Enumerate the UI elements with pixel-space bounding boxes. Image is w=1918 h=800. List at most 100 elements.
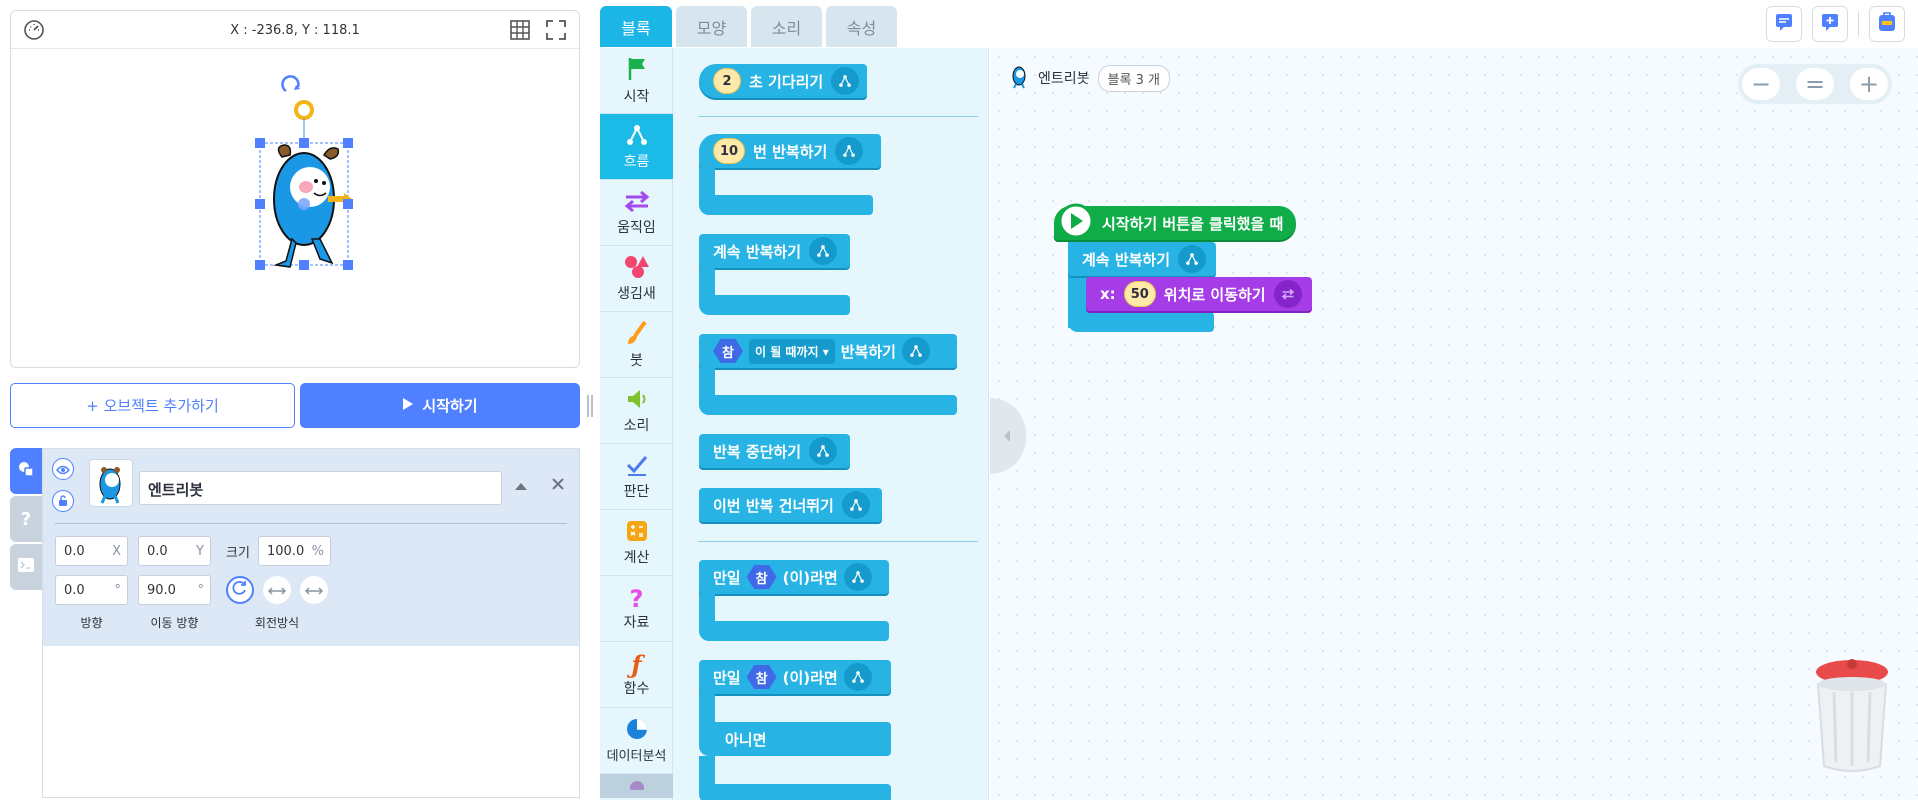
condition-slot[interactable]: 참 — [746, 565, 777, 589]
category-data-analysis[interactable]: 데이터분석 — [600, 708, 673, 774]
category-start[interactable]: 시작 — [600, 48, 673, 114]
start-label: 시작하기 — [422, 397, 478, 415]
y-field[interactable]: 0.0 Y — [138, 536, 211, 566]
delete-object-button[interactable] — [551, 476, 565, 495]
block-c-arm — [699, 368, 715, 396]
flow-icon — [901, 337, 930, 365]
object-name-field[interactable]: 엔트리봇 — [139, 471, 502, 505]
category-function[interactable]: ƒ 함수 — [600, 642, 673, 708]
category-label: 함수 — [623, 680, 650, 697]
visibility-toggle[interactable] — [52, 458, 74, 480]
object-card[interactable]: 엔트리봇 0.0 X 0.0 Y 크기 100.0% 0.0 ° 90.0 ° — [43, 449, 579, 646]
object-thumbnail — [89, 459, 133, 507]
category-label: 소리 — [623, 417, 650, 434]
size-field[interactable]: 100.0% — [258, 536, 331, 566]
block-else-section: 아니면 — [699, 722, 891, 756]
category-judgement[interactable]: 판단 — [600, 444, 673, 510]
block-c-arm — [699, 756, 715, 786]
block-c-foot — [699, 395, 957, 415]
category-brush[interactable]: 붓 — [600, 312, 673, 378]
eye-icon — [56, 460, 70, 479]
zoom-in-button[interactable]: + — [1850, 68, 1888, 100]
x-unit: X — [112, 544, 121, 559]
tab-blocks[interactable]: 블록 — [600, 6, 672, 47]
no-rotation-icon — [304, 581, 324, 600]
direction-field[interactable]: 0.0 ° — [55, 575, 128, 605]
entrybot-sprite[interactable] — [246, 71, 366, 301]
add-object-label: + 오브젝트 추가하기 — [86, 397, 219, 415]
panel-resize-handle[interactable] — [587, 395, 593, 417]
zoom-reset-button[interactable]: = — [1796, 68, 1834, 100]
trash-can-icon[interactable] — [1812, 658, 1892, 778]
start-button[interactable]: 시작하기 — [300, 383, 580, 428]
horizontal-arrows-icon — [267, 581, 287, 600]
block-move-to-x[interactable]: x: 50 위치로 이동하기 — [1086, 277, 1312, 311]
help-icon: ? — [20, 508, 32, 530]
block-c-foot — [699, 784, 891, 800]
category-flow[interactable]: 흐름 — [600, 114, 673, 180]
backpack-button[interactable] — [1869, 6, 1905, 42]
block-c-arm — [699, 594, 715, 622]
block-text: 이번 반복 건너뛰기 — [713, 496, 834, 515]
divider — [55, 523, 567, 524]
shapes-icon — [624, 255, 650, 283]
block-skip-repeat[interactable]: 이번 반복 건너뛰기 — [699, 488, 882, 522]
tab-console[interactable] — [10, 544, 42, 590]
block-text: 시작하기 버튼을 클릭했을 때 — [1102, 214, 1284, 233]
x-field[interactable]: 0.0 X — [55, 536, 128, 566]
repeat-count-input[interactable]: 10 — [713, 138, 746, 164]
block-category-list: 시작 흐름 움직임 생김새 붓 소리 판단 계산 ? 자료 ƒ 함수 데이터분석 — [600, 48, 673, 800]
rotate-icon — [232, 580, 248, 600]
question-icon: ? — [629, 584, 644, 613]
category-sound[interactable]: 소리 — [600, 378, 673, 444]
block-repeat-forever[interactable]: 계속 반복하기 — [1068, 242, 1216, 276]
block-stop-repeat[interactable]: 반복 중단하기 — [699, 434, 850, 468]
zoom-out-button[interactable]: − — [1742, 68, 1780, 100]
block-text: 아니면 — [725, 730, 767, 749]
block-repeat-n[interactable]: 10 번 반복하기 — [699, 134, 881, 168]
comment-button[interactable] — [1766, 6, 1802, 42]
rotation-horizontal-button[interactable] — [263, 576, 291, 604]
block-if[interactable]: 만일 참 (이)라면 — [699, 560, 889, 594]
fullscreen-icon[interactable] — [543, 17, 569, 43]
script-stack[interactable]: 시작하기 버튼을 클릭했을 때 계속 반복하기 x: 50 위치로 이동하기 — [1054, 202, 1314, 338]
category-movement[interactable]: 움직임 — [600, 180, 673, 246]
category-calculation[interactable]: 계산 — [600, 510, 673, 576]
rotation-free-button[interactable] — [226, 576, 254, 604]
block-when-start-clicked[interactable]: 시작하기 버튼을 클릭했을 때 — [1054, 203, 1296, 243]
wait-seconds-input[interactable]: 2 — [713, 68, 741, 94]
collapse-object-button[interactable] — [513, 477, 529, 496]
add-comment-button[interactable] — [1812, 6, 1848, 42]
more-category-icon — [628, 778, 646, 795]
tab-sounds[interactable]: 소리 — [751, 6, 822, 47]
speaker-icon — [625, 387, 649, 415]
brush-icon — [625, 320, 649, 350]
play-icon — [402, 397, 414, 415]
block-text: (이)라면 — [782, 568, 838, 587]
x-value-input[interactable]: 50 — [1123, 281, 1156, 307]
category-data[interactable]: ? 자료 — [600, 576, 673, 642]
script-workspace[interactable] — [990, 48, 1918, 800]
move-direction-field[interactable]: 90.0 ° — [138, 575, 211, 605]
flow-icon — [1178, 245, 1207, 273]
condition-slot[interactable]: 참 — [713, 339, 743, 363]
block-wait-seconds[interactable]: 2 초 기다리기 — [699, 64, 867, 98]
tab-objects[interactable] — [10, 448, 42, 494]
rotation-none-button[interactable] — [300, 576, 328, 604]
block-if-else[interactable]: 만일 참 (이)라면 — [699, 660, 891, 694]
condition-slot[interactable]: 참 — [746, 665, 777, 689]
tab-shapes[interactable]: 모양 — [676, 6, 747, 47]
lock-toggle[interactable] — [52, 490, 74, 512]
tab-properties[interactable]: 속성 — [826, 6, 897, 47]
unlock-icon — [57, 492, 69, 511]
grid-icon[interactable] — [507, 17, 533, 43]
until-dropdown[interactable]: 이 될 때까지 ▾ — [749, 338, 835, 364]
block-repeat-forever[interactable]: 계속 반복하기 — [699, 234, 850, 268]
play-circle-icon — [1058, 203, 1094, 243]
add-object-button[interactable]: + 오브젝트 추가하기 — [10, 383, 295, 428]
move-direction-unit: ° — [197, 583, 205, 598]
category-looks[interactable]: 생김새 — [600, 246, 673, 312]
tab-help[interactable]: ? — [10, 496, 42, 542]
block-repeat-until[interactable]: 참 이 될 때까지 ▾ 반복하기 — [699, 334, 957, 368]
category-more[interactable] — [600, 774, 673, 798]
